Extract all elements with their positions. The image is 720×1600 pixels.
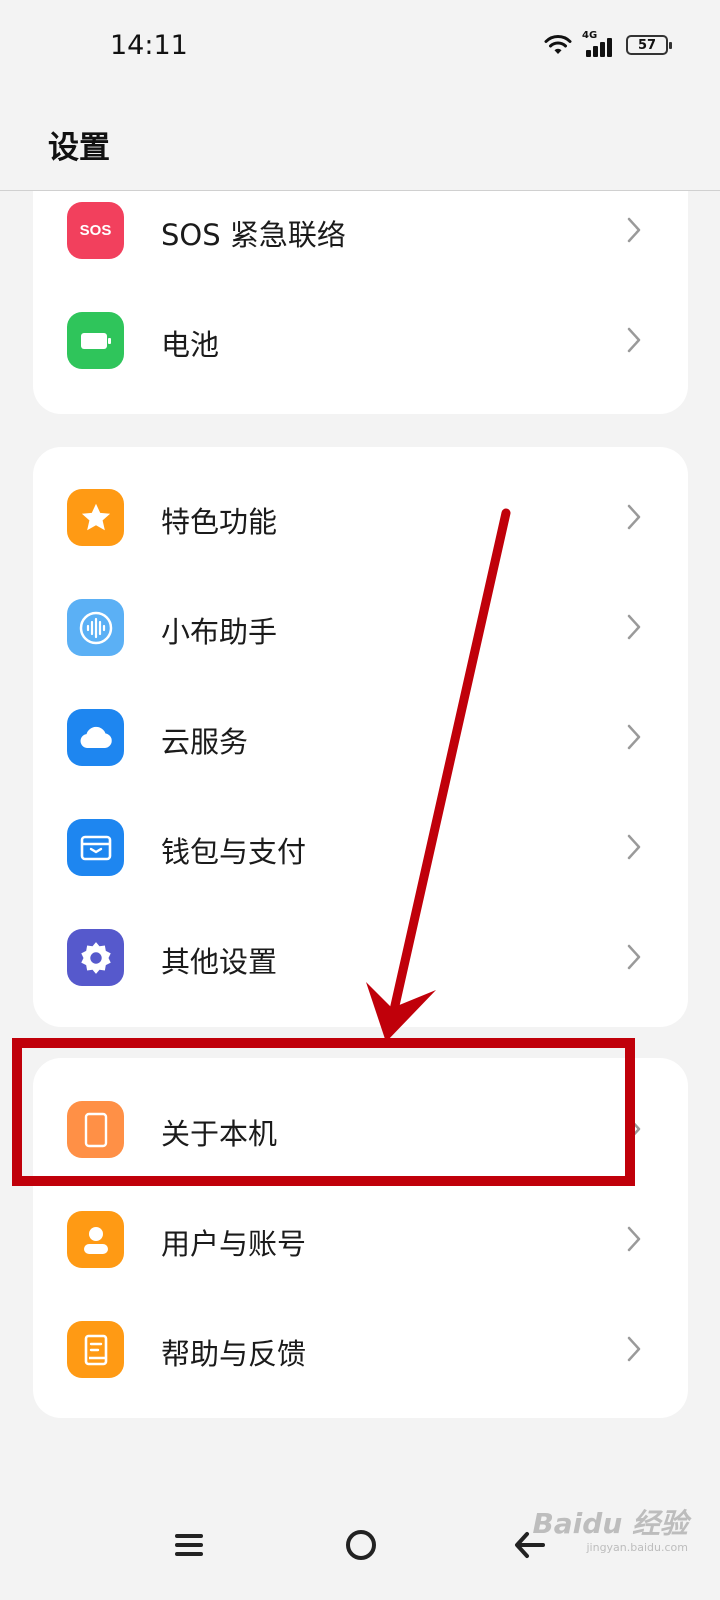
settings-item-help[interactable]: 帮助与反馈 xyxy=(33,1295,688,1405)
user-icon xyxy=(67,1211,124,1268)
settings-item-wallet[interactable]: 钱包与支付 xyxy=(33,793,688,903)
battery-icon xyxy=(67,312,124,369)
settings-item-label: 帮助与反馈 xyxy=(161,1337,307,1371)
settings-item-label: SOS 紧急联络 xyxy=(161,218,346,252)
wifi-icon xyxy=(544,35,572,54)
settings-item-label: 电池 xyxy=(161,328,220,362)
phone-icon xyxy=(67,1101,124,1158)
chevron-right-icon xyxy=(627,327,641,353)
settings-item-about-phone[interactable]: 关于本机 xyxy=(33,1075,688,1185)
settings-item-label: 用户与账号 xyxy=(161,1227,307,1261)
page-title: 设置 xyxy=(48,130,110,166)
battery-level: 57 xyxy=(637,37,657,53)
settings-list[interactable]: SOS SOS 紧急联络 电池 特色功能 小布助手 云服务 钱包与支付 其他设置… xyxy=(0,191,720,1481)
chevron-right-icon xyxy=(627,1226,641,1252)
chevron-right-icon xyxy=(627,504,641,530)
menu-icon xyxy=(175,1534,203,1556)
settings-card-services: 特色功能 小布助手 云服务 钱包与支付 其他设置 xyxy=(33,447,688,1027)
chevron-right-icon xyxy=(627,1336,641,1362)
status-time: 14:11 xyxy=(110,30,188,61)
watermark: Baidu 经验 jingyan.baidu.com xyxy=(532,1507,688,1554)
settings-item-label: 小布助手 xyxy=(161,615,278,649)
chevron-right-icon xyxy=(627,614,641,640)
home-circle-icon xyxy=(346,1530,376,1560)
status-bar: 14:11 4G 57 xyxy=(0,0,720,95)
wallet-icon xyxy=(67,819,124,876)
settings-card-safety: SOS SOS 紧急联络 电池 xyxy=(33,191,688,414)
cellular-signal-icon: 4G xyxy=(582,30,616,57)
settings-item-accounts[interactable]: 用户与账号 xyxy=(33,1185,688,1295)
settings-item-cloud[interactable]: 云服务 xyxy=(33,683,688,793)
settings-item-label: 特色功能 xyxy=(161,505,278,539)
recent-apps-button[interactable] xyxy=(164,1520,214,1570)
settings-card-about: 关于本机 用户与账号 帮助与反馈 xyxy=(33,1058,688,1418)
chevron-right-icon xyxy=(627,834,641,860)
settings-item-features[interactable]: 特色功能 xyxy=(33,463,688,573)
watermark-sub: jingyan.baidu.com xyxy=(586,1541,688,1554)
chevron-right-icon xyxy=(627,724,641,750)
star-icon xyxy=(67,489,124,546)
gear-icon xyxy=(67,929,124,986)
settings-item-label: 其他设置 xyxy=(161,945,278,979)
settings-item-other[interactable]: 其他设置 xyxy=(33,903,688,1013)
settings-item-battery[interactable]: 电池 xyxy=(33,286,688,396)
status-icons: 4G 57 xyxy=(544,30,672,57)
watermark-main: Baidu 经验 xyxy=(532,1507,688,1540)
chevron-right-icon xyxy=(627,944,641,970)
settings-item-assistant[interactable]: 小布助手 xyxy=(33,573,688,683)
settings-item-label: 关于本机 xyxy=(161,1117,278,1151)
help-book-icon xyxy=(67,1321,124,1378)
settings-item-sos[interactable]: SOS SOS 紧急联络 xyxy=(33,191,688,286)
home-button[interactable] xyxy=(336,1520,386,1570)
settings-item-label: 云服务 xyxy=(161,725,249,759)
cloud-icon xyxy=(67,709,124,766)
chevron-right-icon xyxy=(627,1116,641,1142)
voice-wave-icon xyxy=(67,599,124,656)
settings-item-label: 钱包与支付 xyxy=(161,835,307,869)
chevron-right-icon xyxy=(627,217,641,243)
battery-status-icon: 57 xyxy=(626,35,672,55)
sos-icon: SOS xyxy=(67,202,124,259)
